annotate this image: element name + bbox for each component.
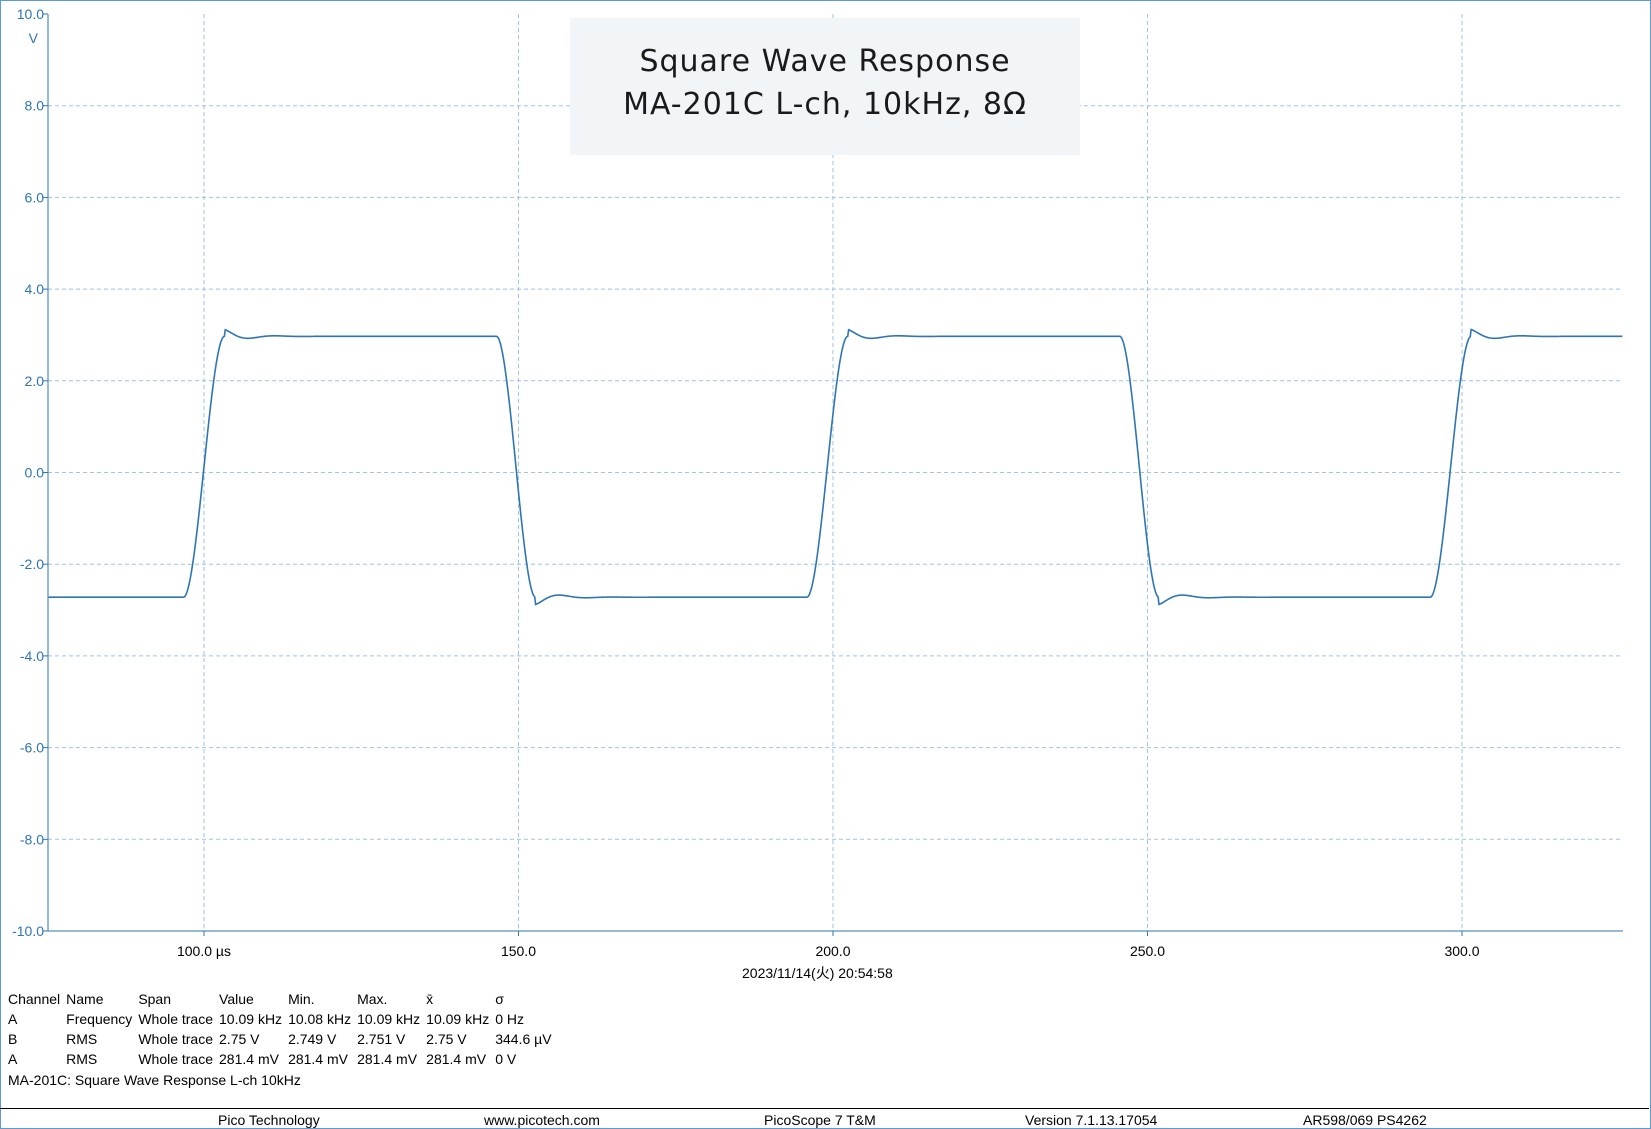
cell-span: Whole trace [138,1031,214,1047]
y-axis-ticks: 10.0 8.0 6.0 4.0 2.0 0.0 -2.0 -4.0 -6.0 -8.0 -10.0 [12,6,44,939]
cell-channel: A [8,1011,18,1027]
cell-max: 281.4 mV [357,1051,418,1067]
footer-company: Pico Technology [218,1112,320,1128]
measurements-table: Channel Name Span Value Min. Max. x̄ σ A… [8,989,558,1069]
footer-bar: Pico Technology www.picotech.com PicoSco… [0,1108,1649,1129]
cell-span: Whole trace [138,1011,214,1027]
table-row[interactable]: A Frequency Whole trace 10.09 kHz 10.08 … [8,1009,558,1029]
cell-channel: B [8,1031,18,1047]
cell-name: Frequency [66,1011,133,1027]
cell-sigma: 0 Hz [495,1011,524,1027]
cell-span: Whole trace [138,1051,214,1067]
cell-min: 281.4 mV [288,1051,348,1067]
x-tick-label: 200.0 [815,943,850,959]
y-tick-label: -4.0 [20,648,44,664]
cell-value: 281.4 mV [219,1051,279,1067]
cell-min: 2.749 V [288,1031,337,1047]
x-axis-ticks: 100.0 µs 150.0 200.0 250.0 300.0 [177,943,1480,959]
cell-value: 10.09 kHz [219,1011,283,1027]
y-tick-label: 4.0 [25,281,45,297]
y-tick-label: 8.0 [25,98,45,114]
cell-channel: A [8,1051,18,1067]
y-tick-label: -8.0 [20,831,44,847]
header-mean: x̄ [426,991,434,1007]
header-value: Value [219,991,254,1007]
y-tick-label: 10.0 [17,6,44,22]
header-sigma: σ [495,991,504,1007]
footer-version: Version 7.1.13.17054 [1025,1112,1158,1128]
y-tick-label: -10.0 [12,923,44,939]
footer-device: AR598/069 PS4262 [1303,1112,1427,1128]
cell-name: RMS [66,1051,98,1067]
y-tick-label: 0.0 [25,465,45,481]
cell-min: 10.08 kHz [288,1011,352,1027]
header-span: Span [138,991,172,1007]
header-min: Min. [288,991,315,1007]
x-tick-label: 250.0 [1130,943,1165,959]
header-name: Name [66,991,104,1007]
series-trace-a [48,328,1623,606]
chart-title-box: Square Wave Response MA-201C L-ch, 10kHz… [570,18,1080,155]
x-tick-label: 300.0 [1444,943,1479,959]
y-tick-label: 2.0 [25,373,45,389]
cell-sigma: 344.6 µV [495,1031,552,1047]
y-axis-unit: V [29,30,39,46]
capture-timestamp: 2023/11/14(火) 20:54:58 [742,965,893,981]
cell-mean: 2.75 V [426,1031,467,1047]
y-tick-label: 6.0 [25,189,45,205]
cell-max: 2.751 V [357,1031,406,1047]
y-tick-label: -2.0 [20,556,44,572]
x-tick-label: 150.0 [501,943,536,959]
cell-sigma: 0 V [495,1051,517,1067]
cell-value: 2.75 V [219,1031,260,1047]
header-channel: Channel [8,991,61,1007]
footer-product: PicoScope 7 T&M [764,1112,876,1128]
table-row[interactable]: B RMS Whole trace 2.75 V 2.749 V 2.751 V… [8,1029,558,1049]
header-max: Max. [357,991,388,1007]
chart-title: Square Wave Response [639,44,1011,79]
cell-max: 10.09 kHz [357,1011,421,1027]
y-tick-label: -6.0 [20,740,44,756]
chart-subtitle: MA-201C L-ch, 10kHz, 8Ω [623,87,1027,122]
footer-website: www.picotech.com [484,1112,600,1128]
table-row[interactable]: A RMS Whole trace 281.4 mV 281.4 mV 281.… [8,1049,558,1069]
x-tick-label: 100.0 µs [177,943,231,959]
cell-name: RMS [66,1031,98,1047]
cell-mean: 281.4 mV [426,1051,487,1067]
cell-mean: 10.09 kHz [426,1011,490,1027]
measurements-header-row: Channel Name Span Value Min. Max. x̄ σ [8,989,558,1009]
capture-note: MA-201C: Square Wave Response L-ch 10kHz [8,1072,301,1088]
